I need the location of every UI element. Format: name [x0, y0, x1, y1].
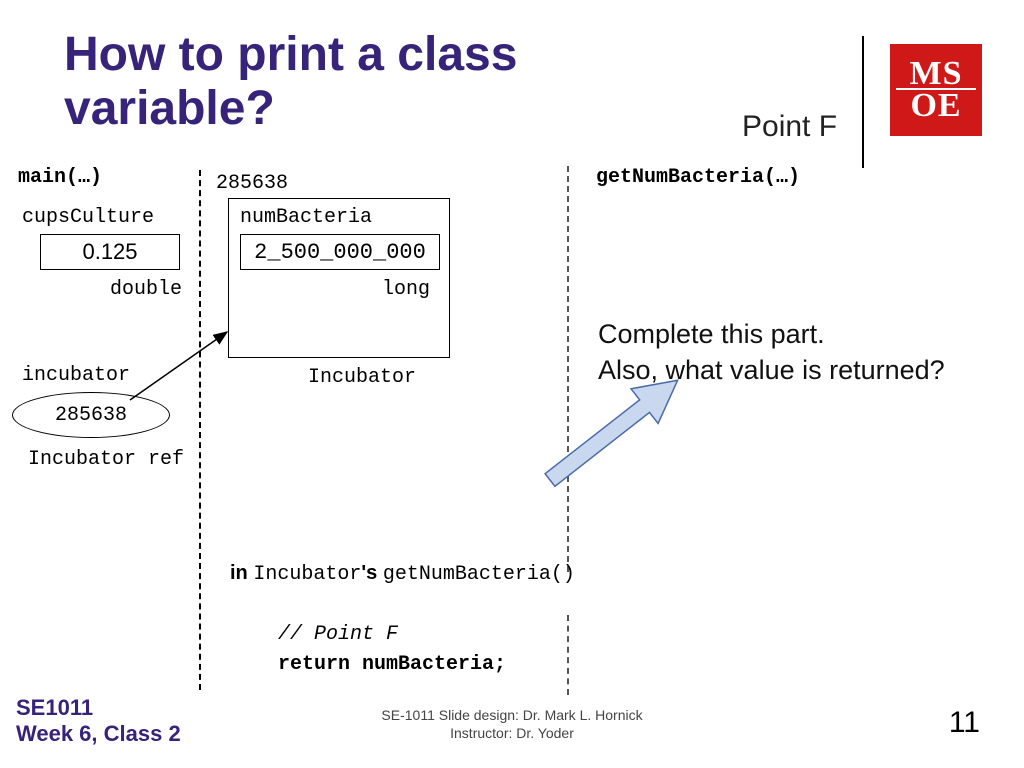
code-possessive: 's [361, 562, 382, 584]
incubator-varname: incubator [22, 364, 130, 387]
code-method: getNumBacteria() [383, 563, 575, 586]
instructor-credit: Instructor: Dr. Yoder [450, 725, 574, 741]
code-snippet: in Incubator's getNumBacteria() // Point… [230, 558, 575, 680]
code-class: Incubator [253, 563, 361, 586]
prompt-line-2: Also, what value is returned? [598, 355, 945, 385]
code-in-keyword: in [230, 562, 253, 584]
long-type-label: long [382, 278, 430, 301]
cupsculture-varname: cupsCulture [22, 206, 154, 229]
object-address-label: 285638 [216, 172, 288, 195]
slide-number: 11 [949, 706, 980, 740]
stack-divider-1 [199, 170, 201, 690]
slide-title: How to print a class variable? [64, 28, 624, 136]
vertical-separator [862, 36, 864, 168]
numbacteria-value-box: 2_500_000_000 [240, 234, 440, 270]
incubator-ref-kind: Incubator ref [28, 448, 184, 471]
instruction-text: Complete this part. Also, what value is … [598, 316, 1024, 389]
msoe-logo: MSOE [890, 44, 982, 136]
point-f-label: Point F [742, 110, 837, 144]
prompt-line-1: Complete this part. [598, 319, 825, 349]
incubator-class-label: Incubator [308, 366, 416, 389]
footer-attribution: SE-1011 Slide design: Dr. Mark L. Hornic… [0, 706, 1024, 742]
incubator-ref-oval: 285638 [12, 392, 170, 438]
cupsculture-value-box: 0.125 [40, 234, 180, 270]
double-type-label: double [110, 278, 182, 301]
code-comment-point-f: // Point F [278, 623, 398, 646]
main-method-label: main(…) [18, 166, 102, 189]
getnumbacteria-label: getNumBacteria(…) [596, 166, 800, 189]
slide: { "title": "How to print a class variabl… [0, 0, 1024, 768]
numbacteria-fieldname: numBacteria [240, 206, 372, 229]
msoe-logo-text: MSOE [910, 58, 963, 123]
code-return-stmt: return numBacteria; [278, 653, 506, 676]
slide-design-credit: SE-1011 Slide design: Dr. Mark L. Hornic… [381, 707, 642, 723]
stack-divider-2-top [567, 166, 569, 572]
